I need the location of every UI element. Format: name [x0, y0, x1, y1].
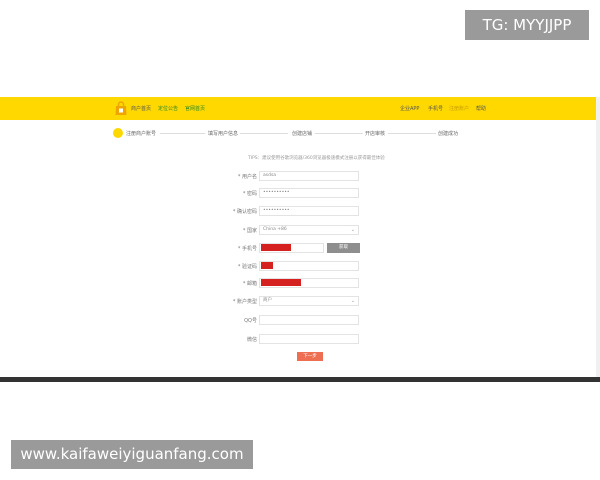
- nav-phone[interactable]: 手机号: [428, 105, 443, 112]
- confirm-password-label: * 确认密码: [232, 209, 257, 215]
- step-1: 注册商户账号: [126, 131, 157, 137]
- country-select[interactable]: China +86 ⌄: [259, 225, 359, 235]
- tips-notice: TIPS：建议使用谷歌浏览器/360浏览器极速模式注册以获得最佳体验: [248, 156, 385, 161]
- confirm-password-input[interactable]: ••••••••••: [259, 206, 359, 216]
- step-connector: [160, 133, 205, 134]
- account-type-label: * 账户类型: [232, 299, 257, 305]
- form-row-username: * 用户名 asdsa: [0, 171, 600, 182]
- step-connector: [388, 133, 436, 134]
- phone-label: * 手机号: [237, 246, 257, 252]
- get-code-button[interactable]: 获取: [327, 243, 360, 253]
- step-4: 开店审核: [365, 131, 386, 137]
- country-value: China +86: [263, 227, 287, 232]
- watermark-bottom: www.kaifaweiyiguanfang.com: [11, 440, 253, 469]
- password-input[interactable]: ••••••••••: [259, 188, 359, 198]
- progress-steps: 注册商户账号 填写用户信息 创建店铺 开店审核 创建成功: [0, 127, 600, 139]
- step-current-icon: [113, 128, 123, 138]
- form-row-email: * 邮箱: [0, 278, 600, 289]
- shopping-bag-icon[interactable]: [114, 101, 128, 116]
- form-row-phone: * 手机号 获取: [0, 243, 600, 254]
- email-label: * 邮箱: [242, 281, 257, 287]
- wechat-input[interactable]: [259, 334, 359, 344]
- page-scrollbar[interactable]: [596, 97, 600, 377]
- form-row-confirm-password: * 确认密码 ••••••••••: [0, 206, 600, 217]
- username-input[interactable]: asdsa: [259, 171, 359, 181]
- nav-announcements[interactable]: 定位公告: [158, 105, 178, 112]
- nav-help[interactable]: 帮助: [476, 105, 486, 112]
- redaction-mark: [261, 262, 273, 269]
- form-row-account-type: * 账户类型 商户 ⌄: [0, 296, 600, 307]
- sms-code-input[interactable]: [259, 261, 359, 271]
- chevron-down-icon: ⌄: [350, 298, 355, 304]
- footer-bar: [0, 377, 600, 382]
- step-3: 创建店铺: [292, 131, 313, 137]
- form-row-qq: QQ号: [0, 315, 600, 326]
- wechat-label: 微信: [246, 337, 257, 343]
- step-2: 填写用户信息: [208, 131, 239, 137]
- top-navigation-bar: 商户首页 定位公告 官网首页 企业APP 手机号 注册账户 帮助: [0, 97, 600, 120]
- step-connector: [240, 133, 288, 134]
- step-5: 创建成功: [438, 131, 459, 137]
- chevron-down-icon: ⌄: [350, 227, 355, 233]
- country-label: * 国家: [242, 228, 257, 234]
- step-connector: [315, 133, 363, 134]
- redaction-mark: [261, 279, 301, 286]
- watermark-top: TG: MYYJJPP: [465, 10, 589, 40]
- redaction-mark: [261, 244, 291, 251]
- form-row-password: * 密码 ••••••••••: [0, 188, 600, 199]
- qq-input[interactable]: [259, 315, 359, 325]
- nav-app[interactable]: 企业APP: [400, 105, 419, 112]
- form-row-wechat: 微信: [0, 334, 600, 345]
- username-label: * 用户名: [237, 174, 257, 180]
- registration-page: 商户首页 定位公告 官网首页 企业APP 手机号 注册账户 帮助 注册商户账号 …: [0, 97, 600, 382]
- nav-merchant-home[interactable]: 商户首页: [131, 105, 151, 112]
- nav-register[interactable]: 注册账户: [449, 105, 469, 112]
- qq-label: QQ号: [244, 318, 257, 324]
- nav-official-home[interactable]: 官网首页: [185, 105, 205, 112]
- form-row-sms-code: * 验证码: [0, 261, 600, 272]
- password-label: * 密码: [242, 191, 257, 197]
- account-type-value: 商户: [263, 298, 272, 303]
- account-type-select[interactable]: 商户 ⌄: [259, 296, 359, 306]
- sms-code-label: * 验证码: [237, 264, 257, 270]
- form-row-country: * 国家 China +86 ⌄: [0, 225, 600, 236]
- next-step-button[interactable]: 下一步: [297, 352, 323, 361]
